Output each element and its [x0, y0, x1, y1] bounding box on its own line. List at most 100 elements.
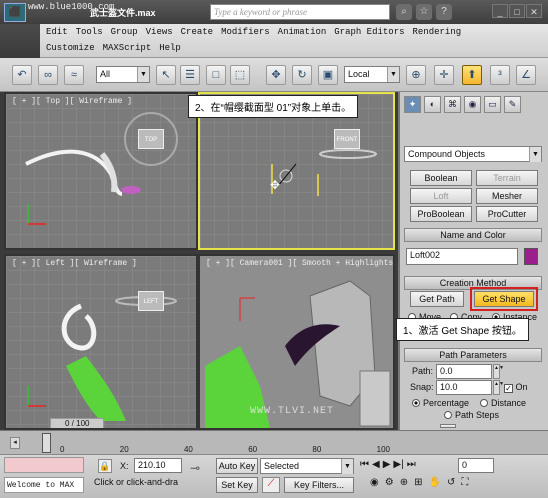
zoom-icon[interactable]: ⊕	[400, 477, 408, 488]
play-icon[interactable]: ▶	[383, 459, 391, 470]
ref-coord-dropdown[interactable]: Local ▼	[344, 66, 400, 83]
menu-tools[interactable]: Tools	[76, 27, 111, 37]
viewport-camera[interactable]: [ + ][ Camera001 ][ Smooth + Highlights …	[198, 254, 395, 430]
viewport-top[interactable]: [ + ][ Top ][ Wireframe ] TOP	[4, 92, 198, 250]
keyboard-shortcut-icon[interactable]: ⬆	[462, 65, 482, 85]
terrain-button[interactable]: Terrain	[476, 170, 538, 186]
app-logo[interactable]: ⬛	[4, 3, 26, 22]
go-to-start-icon[interactable]: ⏮	[360, 459, 369, 470]
boolean-button[interactable]: Boolean	[410, 170, 472, 186]
move-icon[interactable]: ✥	[266, 65, 286, 85]
viewport-left[interactable]: [ + ][ Left ][ Wireframe ] LEFT 0 / 100	[4, 254, 198, 430]
x-coord-field[interactable]: 210.10	[134, 458, 182, 473]
viewcube-top[interactable]: TOP	[138, 129, 164, 149]
category-dropdown[interactable]: Compound Objects ▼	[404, 146, 542, 162]
path-parameters-rollout[interactable]: Path Parameters	[404, 348, 542, 362]
on-checkbox[interactable]: ✓ On	[504, 382, 528, 393]
key-filters-button[interactable]: Key Filters...	[284, 477, 354, 493]
prev-shape-button[interactable]	[440, 424, 456, 428]
create-tab-icon[interactable]: ✦	[404, 96, 421, 113]
scale-icon[interactable]: ▣	[318, 65, 338, 85]
rotate-icon[interactable]: ↻	[292, 65, 312, 85]
title-bar: ⬛ www.blue1000.com 武士盔文件.max Type a keyw…	[0, 0, 548, 24]
selection-filter-dropdown[interactable]: All ▼	[96, 66, 150, 83]
undo-icon[interactable]: ↶	[12, 65, 32, 85]
mesher-button[interactable]: Mesher	[476, 188, 538, 204]
help-icon[interactable]: ?	[436, 4, 452, 20]
maximize-viewport-icon[interactable]: ⛶	[461, 477, 468, 488]
timeline-left-arrow[interactable]: ◂	[10, 437, 20, 449]
menu-animation[interactable]: Animation	[278, 27, 335, 37]
star-icon[interactable]: ☆	[416, 4, 432, 20]
get-shape-button[interactable]: Get Shape	[474, 291, 534, 307]
cursor-line	[277, 163, 297, 187]
status-message: Welcome to MAX	[4, 477, 84, 493]
modify-tab-icon[interactable]: ◐	[424, 96, 441, 113]
select-object-icon[interactable]: ↖	[156, 65, 176, 85]
procutter-button[interactable]: ProCutter	[476, 206, 538, 222]
time-slider-handle[interactable]	[42, 433, 51, 453]
menu-help[interactable]: Help	[159, 43, 189, 53]
loft-button[interactable]: Loft	[410, 188, 472, 204]
menu-group[interactable]: Group	[111, 27, 146, 37]
set-key-button[interactable]: Set Key	[216, 477, 258, 493]
close-button[interactable]: ✕	[526, 4, 542, 18]
menu-rendering[interactable]: Rendering	[413, 27, 470, 37]
path-spinner[interactable]: ▲▼	[493, 364, 504, 379]
zoom-all-icon[interactable]: ⊞	[414, 477, 422, 488]
current-frame-field[interactable]: 0	[458, 458, 494, 473]
pan-icon[interactable]: ✋	[428, 477, 440, 488]
snap-spinner[interactable]: ▲▼	[493, 380, 504, 395]
search-input[interactable]: Type a keyword or phrase	[210, 4, 390, 20]
maximize-button[interactable]: □	[509, 4, 525, 18]
utilities-tab-icon[interactable]: ✎	[504, 96, 521, 113]
timeline[interactable]: ◂ 0 20 40 60 80 100	[0, 430, 548, 454]
frame-readout[interactable]: 0 / 100	[50, 418, 105, 428]
viewcube-left[interactable]: LEFT	[138, 291, 164, 311]
select-manipulate-icon[interactable]: ✛	[434, 65, 454, 85]
snap-field[interactable]: 10.0	[436, 380, 492, 395]
menu-create[interactable]: Create	[181, 27, 221, 37]
maxscript-listener[interactable]	[4, 457, 84, 473]
menu-edit[interactable]: Edit	[46, 27, 76, 37]
key-mode-dropdown[interactable]: Selected ▼	[260, 458, 354, 474]
motion-tab-icon[interactable]: ◉	[464, 96, 481, 113]
link-icon[interactable]: ∞	[38, 65, 58, 85]
menu-maxscript[interactable]: MAXScript	[103, 43, 160, 53]
object-color-swatch[interactable]	[524, 248, 538, 265]
key-mode-toggle-icon[interactable]: ◉	[370, 477, 379, 488]
get-path-button[interactable]: Get Path	[410, 291, 464, 307]
snap-3d-icon[interactable]: ³	[490, 65, 510, 85]
orbit-icon[interactable]: ↺	[447, 477, 455, 488]
viewcube-ring	[319, 149, 377, 159]
go-to-end-icon[interactable]: ⏭	[407, 459, 416, 470]
menu-graph-editors[interactable]: Graph Editors	[334, 27, 412, 37]
display-tab-icon[interactable]: ▭	[484, 96, 501, 113]
hierarchy-tab-icon[interactable]: ⌘	[444, 96, 461, 113]
minimize-button[interactable]: _	[492, 4, 508, 18]
viewcube-front[interactable]: FRONT	[334, 129, 360, 149]
object-name-field[interactable]: Loft002	[406, 248, 518, 265]
rect-selection-icon[interactable]: □	[206, 65, 226, 85]
path-steps-radio[interactable]: Path Steps	[444, 410, 499, 420]
angle-snap-icon[interactable]: ∠	[516, 65, 536, 85]
auto-key-button[interactable]: Auto Key	[216, 458, 258, 474]
path-field[interactable]: 0.0	[436, 364, 492, 379]
window-crossing-icon[interactable]: ⬚	[230, 65, 250, 85]
proboolean-button[interactable]: ProBoolean	[410, 206, 472, 222]
prev-frame-icon[interactable]: ◀	[372, 459, 380, 470]
lock-icon[interactable]: 🔒	[98, 459, 112, 473]
next-frame-icon[interactable]: ▶|	[393, 459, 403, 470]
select-by-name-icon[interactable]: ☰	[180, 65, 200, 85]
menu-views[interactable]: Views	[146, 27, 181, 37]
bind-spacewarp-icon[interactable]: ≈	[64, 65, 84, 85]
name-color-rollout[interactable]: Name and Color	[404, 228, 542, 242]
menu-modifiers[interactable]: Modifiers	[221, 27, 278, 37]
time-config-icon[interactable]: ⚙	[385, 477, 394, 488]
menu-customize[interactable]: Customize	[46, 43, 103, 53]
key-icon-red[interactable]: ⟋	[262, 477, 280, 493]
binoculars-icon[interactable]: ⌕	[396, 4, 412, 20]
pivot-icon[interactable]: ⊕	[406, 65, 426, 85]
percentage-radio[interactable]: Percentage	[412, 398, 469, 408]
distance-radio[interactable]: Distance	[480, 398, 526, 408]
